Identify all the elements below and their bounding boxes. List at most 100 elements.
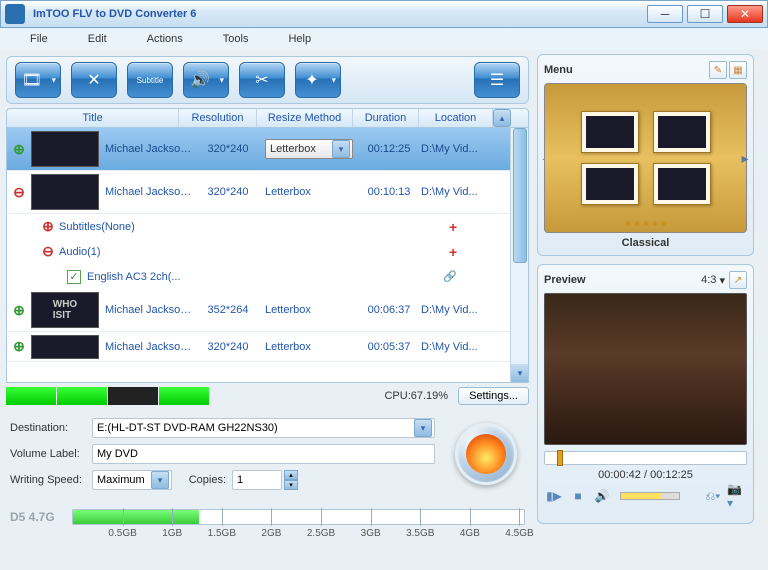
cell-resize: Letterbox bbox=[261, 186, 357, 198]
disc-type[interactable]: D5 4.7G bbox=[10, 510, 72, 524]
app-icon bbox=[5, 4, 25, 24]
remove-button[interactable]: ✕ bbox=[71, 62, 117, 98]
cell-dur: 00:12:25 bbox=[357, 143, 421, 155]
cut-button[interactable]: ✂ bbox=[239, 62, 285, 98]
col-location[interactable]: Location bbox=[419, 109, 493, 127]
expand-icon[interactable]: ⊕ bbox=[37, 218, 59, 235]
thumbnail bbox=[31, 335, 99, 359]
subrow-audio-track[interactable]: ✓ English AC3 2ch(... 🔗 bbox=[7, 264, 528, 289]
cell-dur: 00:06:37 bbox=[357, 304, 421, 316]
subrow-subtitles[interactable]: ⊕ Subtitles(None) + bbox=[7, 214, 528, 239]
scrollbar-thumb[interactable] bbox=[513, 128, 527, 263]
expand-icon[interactable]: ⊕ bbox=[7, 302, 31, 319]
fullscreen-icon[interactable]: ↗ bbox=[729, 271, 747, 289]
maximize-button[interactable]: ☐ bbox=[687, 5, 723, 23]
menu-tools[interactable]: Tools bbox=[223, 33, 249, 45]
settings-button[interactable]: Settings... bbox=[458, 387, 529, 405]
cell-res: 320*240 bbox=[195, 341, 261, 353]
audio-checkbox[interactable]: ✓ bbox=[67, 270, 81, 284]
burn-button[interactable] bbox=[455, 423, 517, 485]
resize-combo[interactable]: Letterbox bbox=[265, 139, 353, 159]
menu-panel-title: Menu bbox=[544, 64, 707, 76]
time-display: 00:00:42 / 00:12:25 bbox=[544, 469, 747, 481]
add-subtitle-icon[interactable]: + bbox=[449, 219, 457, 235]
play-button[interactable]: ▮▶ bbox=[544, 487, 564, 505]
aspect-ratio-button[interactable]: 4:3 ▾ bbox=[699, 274, 727, 287]
cell-loc: D:\My Vid... bbox=[421, 304, 481, 316]
copies-label: Copies: bbox=[172, 474, 232, 486]
copies-down[interactable]: ▾ bbox=[284, 480, 298, 490]
minimize-button[interactable]: ─ bbox=[647, 5, 683, 23]
audio-button[interactable]: 🔊 bbox=[183, 62, 229, 98]
timeline-slider[interactable] bbox=[544, 451, 747, 465]
capacity-bar: D5 4.7G 0.5GB 1GB 1.5GB 2GB 2.5GB 3GB 3.… bbox=[10, 501, 525, 533]
table-row[interactable]: ⊖ Michael Jackson... 320*240 Letterbox 0… bbox=[7, 171, 528, 214]
flame-icon bbox=[466, 434, 506, 474]
effect-button[interactable]: ✦ bbox=[295, 62, 341, 98]
volume-icon[interactable]: 🔊 bbox=[592, 487, 612, 505]
list-button[interactable]: ☰ bbox=[474, 62, 520, 98]
edit-menu-icon[interactable]: ✎ bbox=[709, 61, 727, 79]
subrow-audio[interactable]: ⊖ Audio(1) + bbox=[7, 239, 528, 264]
menu-slide bbox=[581, 111, 639, 153]
collapse-icon[interactable]: ⊖ bbox=[7, 184, 31, 201]
step-back-button[interactable]: ⎌▾ bbox=[703, 487, 723, 505]
cell-dur: 00:10:13 bbox=[357, 186, 421, 198]
copies-up[interactable]: ▴ bbox=[284, 470, 298, 480]
templates-icon[interactable]: ▦ bbox=[729, 61, 747, 79]
close-button[interactable]: ✕ bbox=[727, 5, 763, 23]
cell-resize: Letterbox bbox=[261, 341, 357, 353]
menu-slide bbox=[653, 163, 711, 205]
expand-icon[interactable]: ⊕ bbox=[7, 338, 31, 355]
table-row[interactable]: ⊕ WHOISIT Michael Jackson... 352*264 Let… bbox=[7, 289, 528, 332]
speed-label: Writing Speed: bbox=[10, 474, 92, 486]
audio-track-label: English AC3 2ch(... bbox=[87, 271, 443, 283]
cell-res: 352*264 bbox=[195, 304, 261, 316]
volume-slider[interactable] bbox=[620, 492, 680, 500]
menubar: File Edit Actions Tools Help bbox=[0, 28, 768, 50]
stop-button[interactable]: ■ bbox=[568, 487, 588, 505]
destination-combo[interactable]: E:(HL-DT-ST DVD-RAM GH22NS30) bbox=[92, 418, 435, 438]
next-template-button[interactable]: ▸ bbox=[739, 143, 751, 173]
col-resize[interactable]: Resize Method bbox=[257, 109, 353, 127]
capacity-meter: 0.5GB 1GB 1.5GB 2GB 2.5GB 3GB 3.5GB 4GB … bbox=[72, 509, 525, 525]
col-resolution[interactable]: Resolution bbox=[179, 109, 257, 127]
link-icon[interactable]: 🔗 bbox=[443, 270, 457, 283]
timeline-thumb[interactable] bbox=[557, 450, 563, 466]
subtitle-button[interactable]: Subtitle bbox=[127, 62, 173, 98]
volume-row: Volume Label: My DVD bbox=[10, 443, 435, 465]
menu-actions[interactable]: Actions bbox=[147, 33, 183, 45]
vertical-scrollbar[interactable]: ▾ bbox=[510, 128, 528, 382]
menu-help[interactable]: Help bbox=[288, 33, 311, 45]
cell-title: Michael Jackson... bbox=[105, 304, 195, 316]
destination-row: Destination: E:(HL-DT-ST DVD-RAM GH22NS3… bbox=[10, 417, 435, 439]
snapshot-button[interactable]: 📷▾ bbox=[727, 487, 747, 505]
audio-label: Audio(1) bbox=[59, 246, 449, 258]
scroll-down-button[interactable]: ▾ bbox=[511, 364, 529, 382]
add-file-button[interactable]: 🎞 bbox=[15, 62, 61, 98]
cell-res: 320*240 bbox=[195, 143, 261, 155]
volume-input[interactable]: My DVD bbox=[92, 444, 435, 464]
segment-bar bbox=[6, 387, 374, 405]
add-audio-icon[interactable]: + bbox=[449, 244, 457, 260]
collapse-icon[interactable]: ⊖ bbox=[37, 243, 59, 260]
expand-icon[interactable]: ⊕ bbox=[7, 141, 31, 158]
thumbnail: WHOISIT bbox=[31, 292, 99, 328]
copies-input[interactable]: 1 bbox=[232, 470, 282, 490]
table-row[interactable]: ⊕ Michael Jackson... 320*240 Letterbox 0… bbox=[7, 332, 528, 362]
subtitle-label: Subtitles(None) bbox=[59, 221, 449, 233]
col-title[interactable]: Title bbox=[7, 109, 179, 127]
volume-label: Volume Label: bbox=[10, 448, 92, 460]
col-duration[interactable]: Duration bbox=[353, 109, 419, 127]
video-preview[interactable] bbox=[544, 293, 747, 445]
menu-preview[interactable] bbox=[544, 83, 747, 233]
scroll-up-button[interactable]: ▴ bbox=[493, 109, 511, 127]
table-header: Title Resolution Resize Method Duration … bbox=[6, 108, 529, 128]
capacity-fill bbox=[73, 510, 199, 524]
thumbnail bbox=[31, 131, 99, 167]
menu-edit[interactable]: Edit bbox=[88, 33, 107, 45]
table-row[interactable]: ⊕ Michael Jackson... 320*240 Letterbox 0… bbox=[7, 128, 528, 171]
menu-file[interactable]: File bbox=[30, 33, 48, 45]
speed-combo[interactable]: Maximum bbox=[92, 470, 172, 490]
titlebar: ImTOO FLV to DVD Converter 6 ─ ☐ ✕ bbox=[0, 0, 768, 28]
